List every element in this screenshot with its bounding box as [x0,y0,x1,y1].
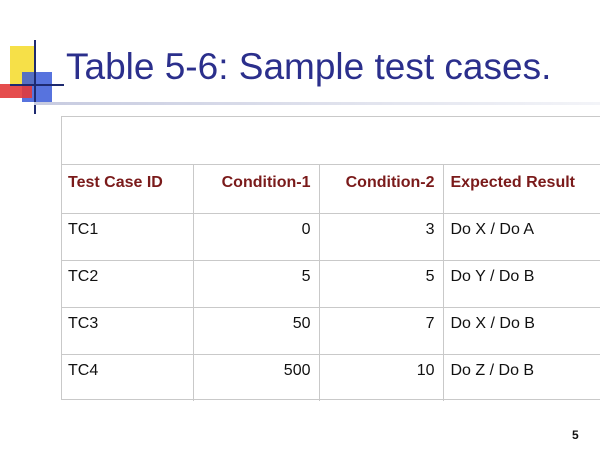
cell-test-case-id: TC4 [62,354,194,401]
header-expected-result: Expected Result [443,165,600,214]
cell-test-case-id: TC2 [62,260,194,308]
header-test-case-id: Test Case ID [62,165,194,214]
cell-expected-result: Do Y / Do B [443,260,600,308]
table-top-band [62,117,600,165]
header-condition-2: Condition-2 [319,165,444,214]
header-condition-1: Condition-1 [193,165,320,214]
cell-expected-result: Do Z / Do B [450,361,535,379]
table-row: TC4 500 10 Do Z / Do B [62,354,600,401]
cell-condition-1: 0 [193,213,320,261]
slide-title: Table 5-6: Sample test cases. [66,46,552,87]
table-row: TC2 5 5 Do Y / Do B [62,260,600,308]
cell-condition-1: 50 [193,307,320,355]
table-grid: Test Case ID Condition-1 Condition-2 Exp… [62,165,600,401]
cell-test-case-id: TC3 [62,307,194,355]
cell-condition-2: 7 [319,307,444,355]
logo-red-bar [0,84,32,98]
cell-condition-1: 500 [193,354,320,401]
table-row: TC3 50 7 Do X / Do B [62,307,600,355]
page-number: 5 [572,428,579,442]
table-row: TC1 0 3 Do X / Do A [62,213,600,261]
cell-condition-2: 3 [319,213,444,261]
title-underline [34,102,600,105]
table-header-row: Test Case ID Condition-1 Condition-2 Exp… [62,165,600,214]
slide: Table 5-6: Sample test cases. Test Case … [0,0,600,453]
cell-condition-2: 5 [319,260,444,308]
cell-condition-1: 5 [193,260,320,308]
cell-condition-2: 10 [319,354,444,401]
logo-horizontal-line [10,84,64,86]
cell-expected-result: Do X / Do A [443,213,600,261]
test-case-table: Test Case ID Condition-1 Condition-2 Exp… [61,116,600,401]
cell-expected-result: Do X / Do B [443,307,600,355]
cell-test-case-id: TC1 [62,213,194,261]
